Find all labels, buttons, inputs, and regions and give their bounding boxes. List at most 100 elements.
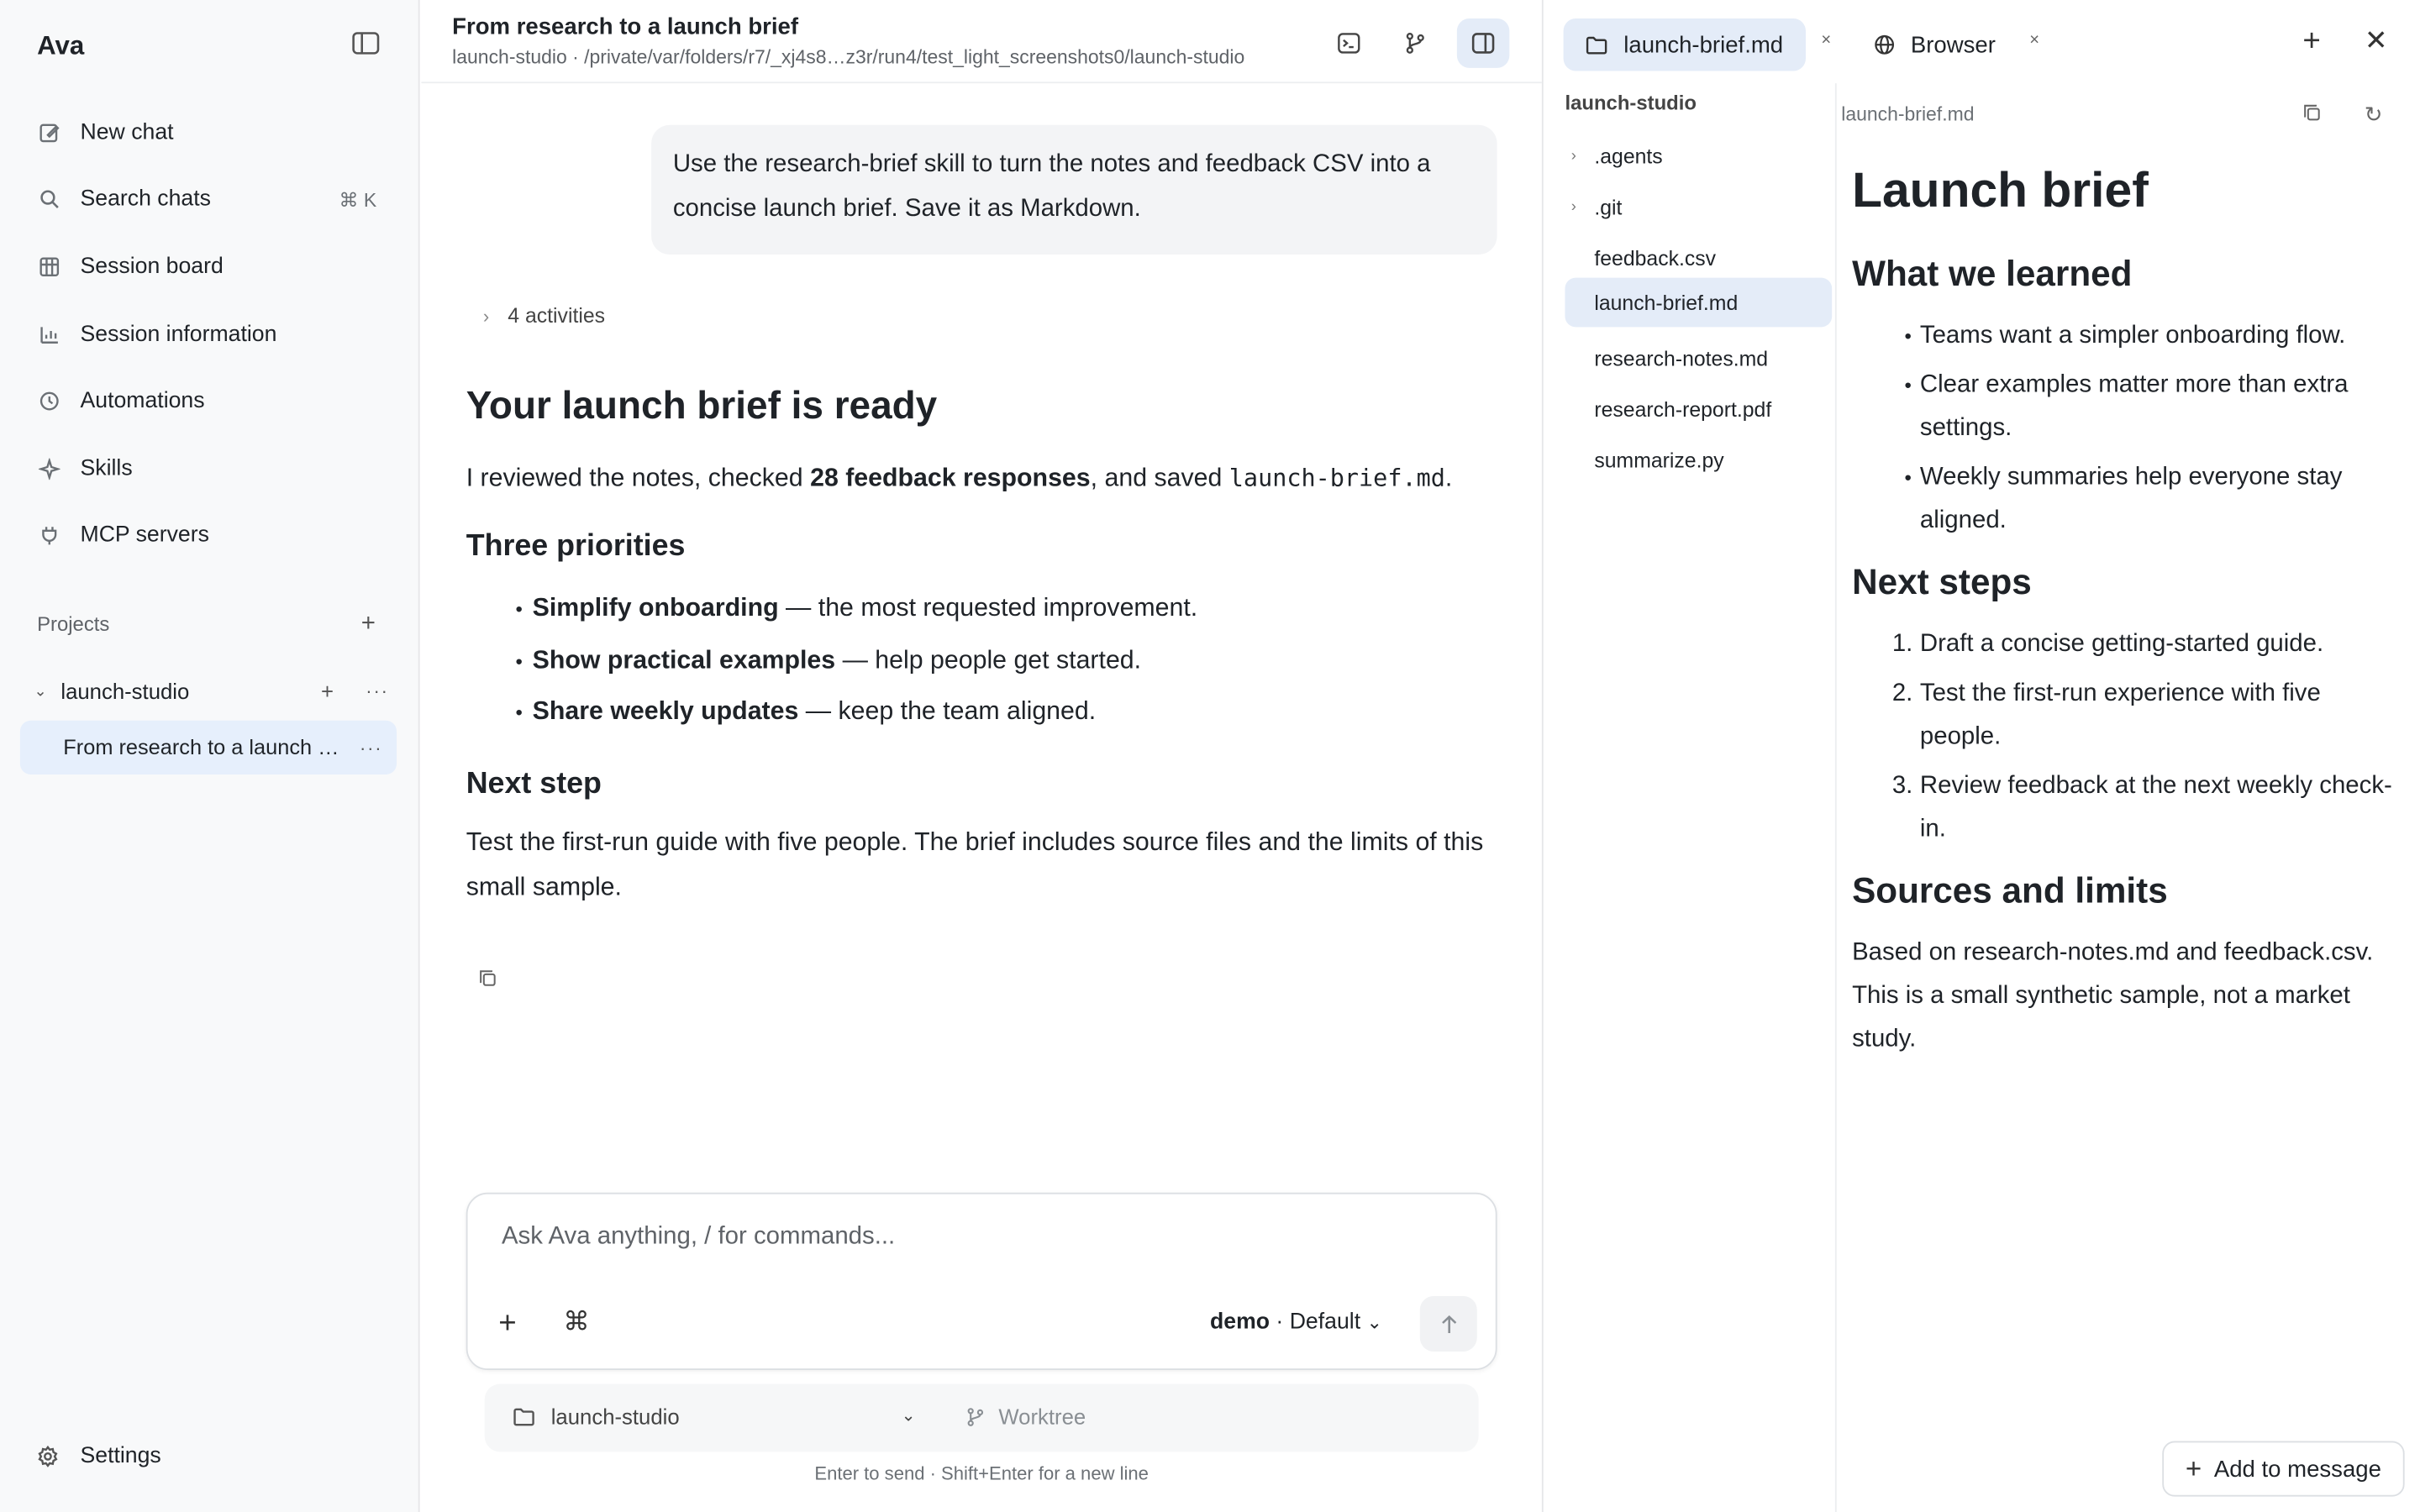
toggle-right-panel-button[interactable] bbox=[1456, 18, 1510, 68]
sparkle-icon bbox=[37, 456, 61, 480]
add-to-message-label: Add to message bbox=[2213, 1455, 2381, 1483]
list-item: Simplify onboarding — the most requested… bbox=[515, 583, 1500, 635]
nav-label: Search chats bbox=[80, 186, 211, 213]
nav-session-board[interactable]: Session board bbox=[18, 234, 402, 301]
copy-icon[interactable] bbox=[2302, 103, 2321, 122]
doc-heading-next-steps: Next steps bbox=[1852, 561, 2032, 602]
add-to-message-button[interactable]: + Add to message bbox=[2162, 1441, 2405, 1497]
nav-search-chats[interactable]: Search chats ⌘ K bbox=[18, 166, 402, 234]
message-input[interactable]: Ask Ava anything, / for commands... bbox=[502, 1224, 895, 1252]
sidebar-toggle-icon[interactable] bbox=[352, 31, 386, 62]
tab-label: Browser bbox=[1910, 31, 1996, 58]
nav-new-chat[interactable]: New chat bbox=[18, 99, 402, 166]
list-number: 3. bbox=[1891, 773, 1913, 800]
nav-label: Skills bbox=[80, 456, 133, 481]
tab-label: launch-brief.md bbox=[1623, 31, 1784, 58]
plus-icon: + bbox=[2185, 1452, 2202, 1484]
answer-intro: I reviewed the notes, checked 28 feedbac… bbox=[466, 457, 1501, 501]
nav-label: Session information bbox=[80, 322, 277, 347]
nav-skills[interactable]: Skills bbox=[18, 435, 402, 502]
list-item: 3. Review feedback at the next weekly che… bbox=[1892, 765, 2392, 852]
chat-more-icon[interactable]: ··· bbox=[360, 737, 383, 759]
doc-heading-learned: What we learned bbox=[1852, 253, 2133, 293]
tab-launch-brief[interactable]: launch-brief.md bbox=[1563, 18, 1806, 71]
tree-file-research-notes[interactable]: research-notes.md bbox=[1565, 333, 1832, 383]
sidebar: Ava New chat Search chats ⌘ K Session bo… bbox=[0, 0, 420, 1512]
model-name: demo bbox=[1210, 1310, 1270, 1335]
step-text: Test the first-run experience with five … bbox=[1919, 680, 2321, 750]
close-panel-icon[interactable]: ✕ bbox=[2365, 24, 2388, 57]
refresh-icon[interactable]: ↻ bbox=[2365, 102, 2383, 128]
intro-bold: 28 feedback responses bbox=[810, 464, 1091, 492]
list-item: Share weekly updates — keep the team ali… bbox=[515, 687, 1500, 739]
worktree-selector[interactable]: Worktree bbox=[965, 1404, 1086, 1429]
project-selector[interactable]: launch-studio bbox=[513, 1404, 680, 1429]
chevron-down-icon: ⌄ bbox=[34, 682, 47, 700]
projects-heading: Projects bbox=[37, 612, 110, 636]
arrow-up-icon bbox=[1439, 1314, 1458, 1334]
git-branch-button[interactable] bbox=[1389, 18, 1441, 68]
tree-folder-git[interactable]: › .git bbox=[1565, 182, 1832, 232]
tree-folder-agents[interactable]: › .agents bbox=[1565, 131, 1832, 181]
app-window: Ava New chat Search chats ⌘ K Session bo… bbox=[0, 0, 2420, 1512]
intro-code: launch-brief.md bbox=[1228, 464, 1445, 492]
next-step-text: Test the first-run guide with five peopl… bbox=[466, 827, 1484, 901]
list-item: Show practical examples — help people ge… bbox=[515, 635, 1500, 687]
terminal-icon bbox=[1337, 31, 1361, 55]
tree-file-research-report[interactable]: research-report.pdf bbox=[1565, 384, 1832, 433]
model-selector[interactable]: demo · Default ⌄ bbox=[1210, 1310, 1382, 1334]
chevron-down-icon[interactable]: ⌄ bbox=[902, 1405, 916, 1425]
nav-session-information[interactable]: Session information bbox=[18, 301, 402, 368]
chevron-right-icon: › bbox=[1570, 147, 1576, 165]
board-icon bbox=[37, 255, 61, 279]
project-more-icon[interactable]: ··· bbox=[366, 680, 389, 702]
priority-title: Simplify onboarding bbox=[532, 594, 779, 622]
answer-heading: Your launch brief is ready bbox=[466, 384, 938, 428]
intro-text: , and saved bbox=[1090, 464, 1229, 492]
clock-icon bbox=[37, 389, 61, 413]
chat-item-label: From research to a launch brief bbox=[63, 736, 345, 759]
file-name: research-notes.md bbox=[1594, 346, 1769, 370]
markdown-preview: launch-brief.md ↻ Launch brief What we l… bbox=[1837, 83, 2420, 1512]
model-mode: · Default bbox=[1276, 1310, 1361, 1335]
git-branch-icon bbox=[965, 1404, 986, 1428]
tab-browser[interactable]: Browser bbox=[1852, 18, 2007, 71]
attach-plus-icon[interactable]: + bbox=[498, 1307, 516, 1342]
preview-filename: launch-brief.md bbox=[1841, 103, 1975, 125]
tree-file-launch-brief[interactable]: launch-brief.md bbox=[1565, 277, 1833, 328]
send-button[interactable] bbox=[1419, 1295, 1477, 1352]
nav-automations[interactable]: Automations bbox=[18, 368, 402, 435]
project-launch-studio[interactable]: ⌄ launch-studio + ··· bbox=[34, 675, 397, 708]
tree-file-summarize[interactable]: summarize.py bbox=[1565, 435, 1832, 485]
next-step-heading: Next step bbox=[466, 766, 602, 801]
nav-label: Session board bbox=[80, 255, 224, 280]
close-tab-icon[interactable]: × bbox=[1821, 31, 1831, 50]
nav-label: Automations bbox=[80, 389, 205, 414]
chat-item-selected[interactable]: From research to a launch brief ··· bbox=[19, 720, 397, 775]
command-icon[interactable]: ⌘ bbox=[563, 1307, 589, 1338]
settings-label: Settings bbox=[80, 1444, 161, 1469]
plug-icon bbox=[37, 523, 61, 548]
add-project-icon[interactable]: + bbox=[361, 611, 376, 638]
list-item: Weekly summaries help everyone stay alig… bbox=[1905, 457, 2392, 543]
nav-mcp-servers[interactable]: MCP servers bbox=[18, 502, 402, 570]
chart-icon bbox=[37, 322, 61, 346]
tree-file-feedback[interactable]: feedback.csv bbox=[1565, 233, 1832, 282]
intro-text: . bbox=[1444, 464, 1453, 492]
close-tab-icon[interactable]: × bbox=[2029, 31, 2039, 50]
nav-label: MCP servers bbox=[80, 523, 209, 549]
terminal-button[interactable] bbox=[1323, 18, 1375, 68]
activities-toggle[interactable]: › 4 activities bbox=[483, 304, 605, 328]
list-number: 1. bbox=[1891, 631, 1913, 658]
context-bar: launch-studio ⌄ Worktree bbox=[484, 1383, 1479, 1452]
project-add-chat-icon[interactable]: + bbox=[321, 679, 334, 703]
priority-title: Show practical examples bbox=[532, 645, 836, 674]
step-text: Review feedback at the next weekly check… bbox=[1919, 773, 2392, 843]
file-panel: launch-brief.md × Browser × + ✕ launch-s… bbox=[1541, 0, 2420, 1512]
globe-icon bbox=[1874, 34, 1896, 55]
new-tab-icon[interactable]: + bbox=[2302, 24, 2320, 60]
settings-button[interactable]: Settings bbox=[37, 1444, 161, 1469]
app-brand: Ava bbox=[37, 30, 85, 60]
copy-icon[interactable] bbox=[478, 969, 500, 990]
priorities-list: Simplify onboarding — the most requested… bbox=[466, 583, 1501, 738]
